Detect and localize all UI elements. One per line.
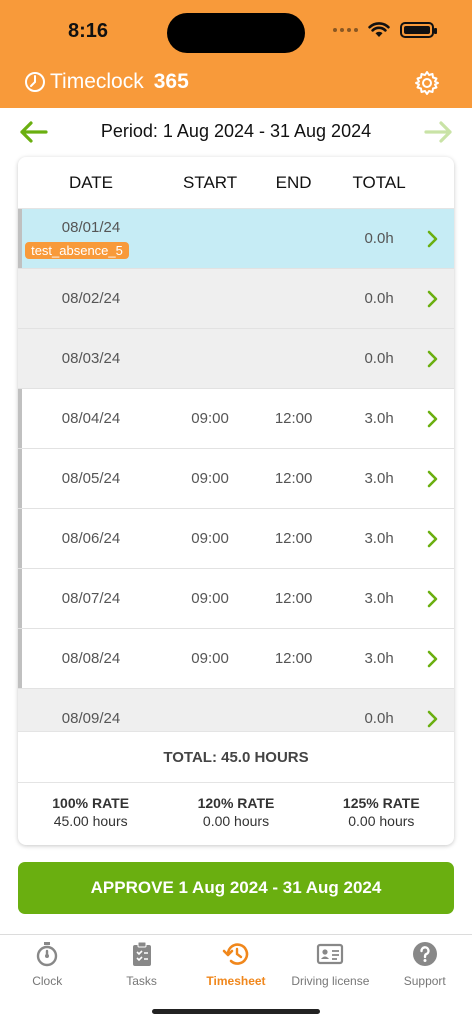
table-row[interactable]: 08/07/24 09:00 12:00 3.0h: [18, 569, 454, 629]
chevron-right-icon[interactable]: [427, 410, 439, 428]
period-label: Period: 1 Aug 2024 - 31 Aug 2024: [100, 121, 372, 141]
rate-label: 125% RATE: [342, 795, 420, 811]
table-row[interactable]: 08/08/24 09:00 12:00 3.0h: [18, 629, 454, 689]
row-start: 09:00: [191, 650, 229, 667]
rate-value: 0.00 hours: [202, 813, 270, 829]
chevron-right-icon[interactable]: [427, 230, 439, 248]
row-date: 08/05/24: [61, 470, 121, 487]
header-start: START: [182, 172, 238, 192]
clock-logo-icon: [25, 72, 45, 92]
settings-gear-icon[interactable]: [414, 70, 440, 96]
row-total: 0.0h: [364, 350, 394, 367]
period-selector: Period: 1 Aug 2024 - 31 Aug 2024: [0, 110, 472, 154]
stopwatch-icon: [36, 942, 58, 967]
status-icons: [333, 22, 437, 38]
tab-clock[interactable]: Clock: [0, 935, 94, 1024]
home-indicator: [152, 1009, 320, 1014]
table-row[interactable]: 08/06/24 09:00 12:00 3.0h: [18, 509, 454, 569]
rate-label: 120% RATE: [197, 795, 275, 811]
total-hours: TOTAL: 45.0 HOURS: [18, 731, 454, 783]
row-date: 08/08/24: [61, 650, 121, 667]
app-name: Timeclock: [50, 70, 144, 93]
row-date: 08/01/24: [61, 218, 121, 236]
app-logo: Timeclock 365: [24, 70, 189, 94]
row-start: 09:00: [191, 470, 229, 487]
clipboard-icon: [132, 941, 151, 966]
table-row[interactable]: 08/04/24 09:00 12:00 3.0h: [18, 389, 454, 449]
chevron-right-icon[interactable]: [427, 710, 439, 728]
tab-label: Timesheet: [206, 974, 266, 988]
table-header: DATE START END TOTAL: [18, 157, 454, 209]
row-date: 08/03/24: [61, 350, 121, 367]
battery-icon: [400, 22, 437, 38]
rate-120: 120% RATE 0.00 hours: [163, 795, 308, 829]
table-row[interactable]: 08/02/24 0.0h: [18, 269, 454, 329]
chevron-right-icon[interactable]: [427, 530, 439, 548]
tab-label: Tasks: [126, 974, 157, 988]
rate-value: 45.00 hours: [53, 813, 128, 829]
row-total: 3.0h: [364, 590, 394, 607]
row-end: 12:00: [274, 410, 313, 427]
tab-label: Support: [403, 974, 446, 988]
table-row[interactable]: 08/03/24 0.0h: [18, 329, 454, 389]
signal-icon: [333, 28, 358, 32]
history-icon: [222, 943, 249, 965]
table-row[interactable]: 08/05/24 09:00 12:00 3.0h: [18, 449, 454, 509]
header-date: DATE: [68, 172, 114, 192]
row-date: 08/04/24: [61, 410, 121, 427]
tab-support[interactable]: Support: [378, 935, 472, 1024]
absence-badge: test_absence_5: [25, 241, 129, 259]
row-end: 12:00: [274, 530, 313, 547]
row-total: 3.0h: [364, 650, 394, 667]
row-total: 0.0h: [364, 710, 394, 727]
app-name-suffix: 365: [153, 70, 189, 93]
table-row[interactable]: 08/01/24 test_absence_5 0.0h: [18, 209, 454, 269]
row-total: 0.0h: [364, 230, 394, 247]
header-end: END: [275, 172, 312, 192]
app-header: 8:16 Timeclock 365: [0, 0, 472, 108]
question-icon: [412, 942, 437, 966]
tab-label: Driving license: [291, 974, 370, 988]
row-end: 12:00: [274, 650, 313, 667]
chevron-right-icon[interactable]: [427, 290, 439, 308]
rate-summary: 100% RATE 45.00 hours 120% RATE 0.00 hou…: [18, 783, 454, 829]
dynamic-island: [167, 13, 305, 53]
row-date: 08/06/24: [61, 530, 121, 547]
timesheet-card: DATE START END TOTAL 08/01/24 test_absen…: [18, 157, 454, 845]
header-total: TOTAL: [352, 172, 406, 192]
approve-button[interactable]: APPROVE 1 Aug 2024 - 31 Aug 2024: [18, 862, 454, 914]
id-card-icon: [317, 943, 344, 965]
chevron-right-icon[interactable]: [427, 350, 439, 368]
row-total: 3.0h: [364, 410, 394, 427]
chevron-right-icon[interactable]: [427, 470, 439, 488]
row-end: 12:00: [274, 470, 313, 487]
row-total: 3.0h: [364, 470, 394, 487]
row-total: 0.0h: [364, 290, 394, 307]
row-date: 08/02/24: [61, 290, 121, 307]
status-time: 8:16: [68, 20, 109, 42]
rate-100: 100% RATE 45.00 hours: [18, 795, 163, 829]
rate-value: 0.00 hours: [348, 813, 415, 829]
row-total: 3.0h: [364, 530, 394, 547]
row-start: 09:00: [191, 410, 229, 427]
next-period-arrow-icon[interactable]: [424, 120, 454, 144]
rate-label: 100% RATE: [52, 795, 130, 811]
chevron-right-icon[interactable]: [427, 650, 439, 668]
chevron-right-icon[interactable]: [427, 590, 439, 608]
row-date: 08/07/24: [61, 590, 121, 607]
wifi-icon: [368, 22, 390, 37]
rate-125: 125% RATE 0.00 hours: [309, 795, 454, 829]
tab-label: Clock: [32, 974, 63, 988]
row-date: 08/09/24: [61, 710, 121, 727]
row-end: 12:00: [274, 590, 313, 607]
row-start: 09:00: [191, 530, 229, 547]
timesheet-rows[interactable]: 08/01/24 test_absence_5 0.0h 08/02/24 0.…: [18, 209, 454, 731]
table-row[interactable]: 08/09/24 0.0h: [18, 689, 454, 731]
row-start: 09:00: [191, 590, 229, 607]
